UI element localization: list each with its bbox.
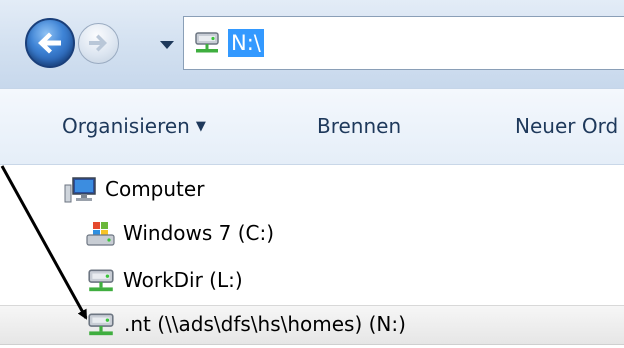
tree-item-computer[interactable]: Computer <box>60 171 620 211</box>
caret-down-icon: ▼ <box>195 119 206 134</box>
command-toolbar: Organisieren ▼ Brennen Neuer Ord <box>0 88 624 165</box>
windows-drive-icon <box>86 222 115 246</box>
forward-arrow-icon <box>89 34 107 52</box>
forward-button[interactable] <box>78 23 119 64</box>
recent-pages-dropdown[interactable] <box>158 36 176 55</box>
back-arrow-icon <box>38 32 61 54</box>
new-folder-button[interactable]: Neuer Ord <box>515 114 618 138</box>
computer-icon <box>64 177 96 203</box>
tree-item-windows-drive[interactable]: Windows 7 (C:) <box>82 215 622 255</box>
burn-label: Brennen <box>317 114 402 138</box>
burn-button[interactable]: Brennen <box>317 114 401 138</box>
tree-item-workdir-drive[interactable]: WorkDir (L:) <box>82 262 622 302</box>
workdir-drive-label: WorkDir (L:) <box>123 268 243 292</box>
address-field[interactable]: N:\ <box>183 16 624 70</box>
new-folder-label: Neuer Ord <box>515 114 619 138</box>
organize-label: Organisieren <box>62 114 190 138</box>
tree-item-homes-drive[interactable]: .nt (\\ads\dfs\hs\homes) (N:) <box>0 305 624 345</box>
network-drive-icon <box>195 32 219 53</box>
address-bar-strip: N:\ <box>0 0 624 88</box>
navigation-tree: Computer Windows 7 (C:) WorkDir (L:) .nt… <box>0 165 624 348</box>
chevron-down-icon <box>160 41 174 49</box>
network-drive-icon <box>88 313 114 336</box>
homes-drive-label: .nt (\\ads\dfs\hs\homes) (N:) <box>124 312 406 336</box>
computer-label: Computer <box>105 177 205 201</box>
windows-drive-label: Windows 7 (C:) <box>123 221 275 245</box>
back-button[interactable] <box>25 18 75 68</box>
network-drive-icon <box>88 269 114 292</box>
address-path-text[interactable]: N:\ <box>228 29 264 57</box>
organize-button[interactable]: Organisieren ▼ <box>62 114 206 138</box>
